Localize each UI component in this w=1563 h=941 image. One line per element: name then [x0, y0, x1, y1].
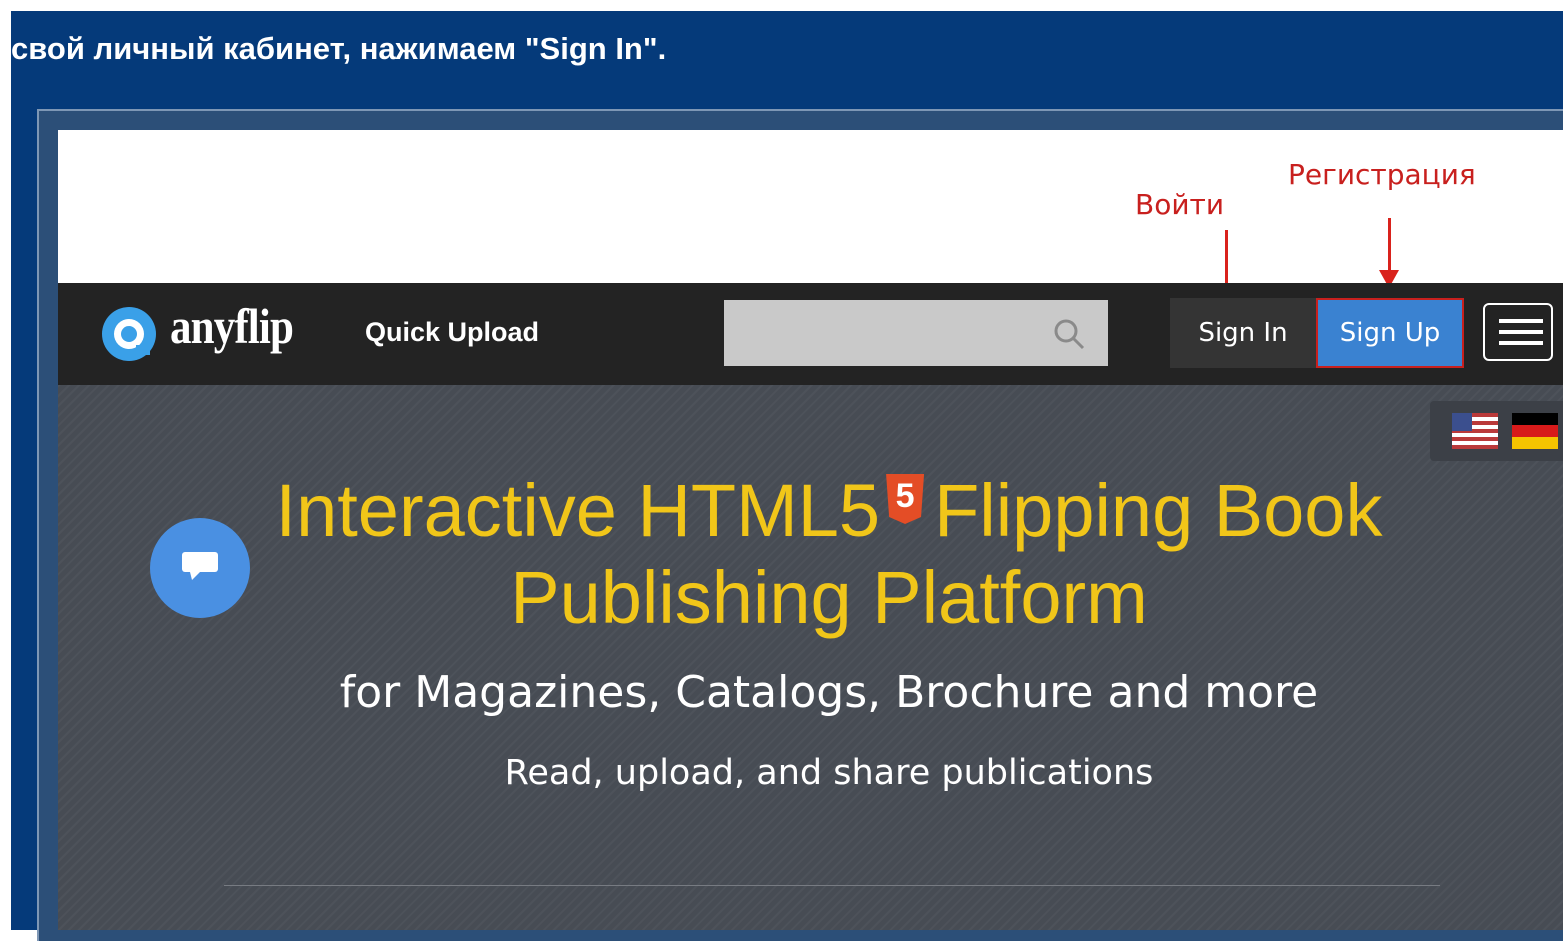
language-selector[interactable]: [1430, 401, 1563, 461]
hero-title-part1: Interactive HTML5: [275, 469, 881, 552]
de-flag-icon[interactable]: [1512, 413, 1558, 449]
logo-icon[interactable]: [100, 305, 158, 363]
signup-arrow: [1388, 218, 1391, 272]
logo-text[interactable]: anyflip: [170, 297, 294, 355]
signup-annotation-label: Регистрация: [1288, 158, 1476, 191]
search-icon[interactable]: [1052, 317, 1086, 351]
search-input[interactable]: [724, 300, 1108, 366]
sign-in-button[interactable]: Sign In: [1170, 298, 1316, 368]
sign-up-button[interactable]: Sign Up: [1316, 298, 1464, 368]
quick-upload-link[interactable]: Quick Upload: [365, 317, 539, 348]
hero-title-part2: Flipping Book: [934, 469, 1383, 552]
embedded-screenshot: Войти Регистрация anyflip Quick Upload S…: [58, 130, 1563, 930]
hero-subtitle: for Magazines, Catalogs, Brochure and mo…: [339, 667, 1319, 718]
site-navbar: anyflip Quick Upload Sign In Sign Up: [58, 283, 1563, 385]
instruction-text: свой личный кабинет, нажимаем "Sign In".: [11, 31, 667, 66]
chat-button[interactable]: [150, 518, 250, 618]
signin-annotation-label: Войти: [1135, 188, 1225, 221]
hero-title-line2: Publishing Platform: [510, 556, 1148, 639]
chat-icon: [182, 552, 218, 580]
us-flag-icon[interactable]: [1452, 413, 1498, 449]
hero-title-line1: Interactive HTML5 5 Flipping Book: [58, 468, 1563, 553]
hero-divider: [224, 885, 1440, 886]
html5-icon: 5: [886, 474, 925, 524]
menu-icon[interactable]: [1483, 303, 1553, 361]
hero-section: Interactive HTML5 5 Flipping Book Publishi…: [58, 385, 1563, 930]
hero-tagline: Read, upload, and share publications: [504, 753, 1154, 793]
